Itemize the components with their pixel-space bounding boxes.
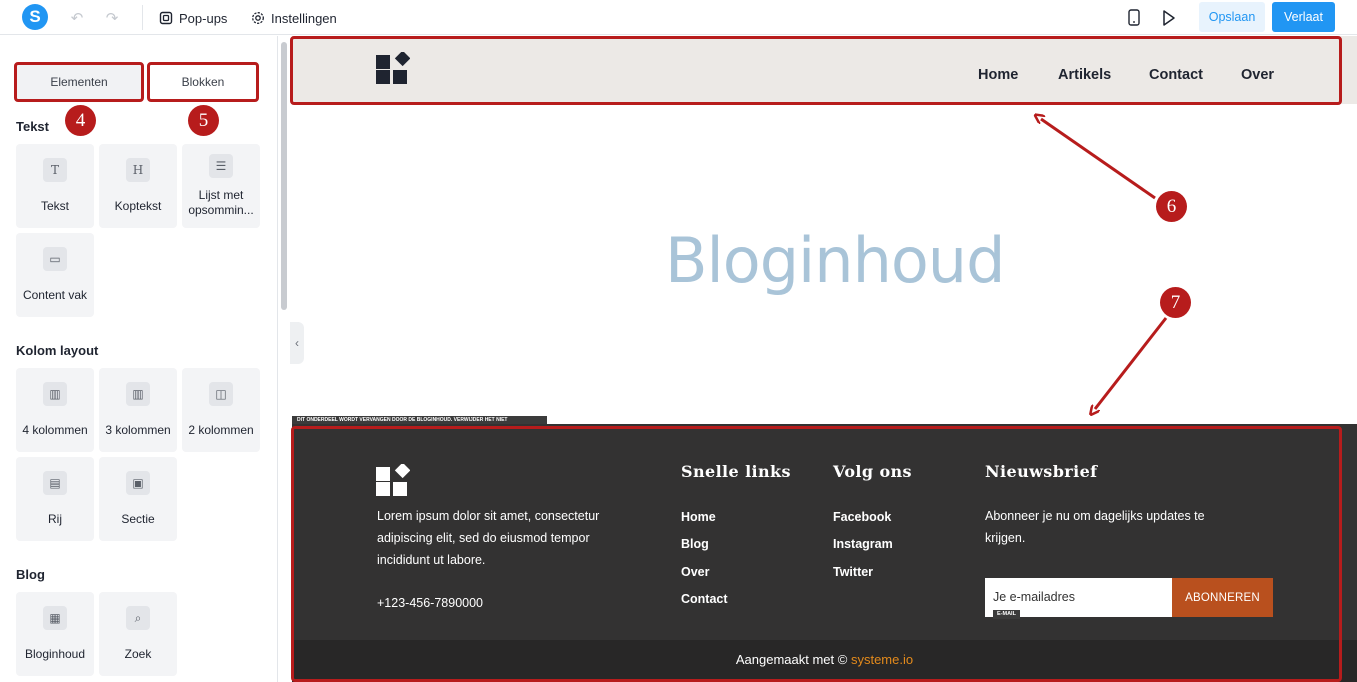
toolbar-divider [142, 5, 143, 30]
section-title-tekst: Tekst [16, 119, 49, 134]
element-card-4-kolommen[interactable]: ▥ 4 kolommen [16, 368, 94, 452]
annotation-box-header [290, 36, 1342, 105]
element-card-sectie[interactable]: ▣ Sectie [99, 457, 177, 541]
two-columns-icon: ◫ [209, 382, 233, 406]
collapse-sidebar-handle[interactable]: ‹ [290, 322, 304, 364]
annotation-badge-6: 6 [1156, 191, 1187, 222]
element-label: 2 kolommen [188, 423, 254, 437]
section-title-blog: Blog [16, 567, 45, 582]
element-label: Zoek [124, 647, 152, 661]
section-title-kolom-layout: Kolom layout [16, 343, 99, 358]
sidebar-scrollbar[interactable] [281, 42, 287, 310]
element-card-rij[interactable]: ▤ Rij [16, 457, 94, 541]
popups-label: Pop-ups [179, 10, 228, 26]
blog-content-placeholder[interactable]: Bloginhoud [665, 224, 1005, 297]
element-label: 3 kolommen [105, 423, 171, 437]
three-columns-icon: ▥ [126, 382, 150, 406]
element-card-3-kolommen[interactable]: ▥ 3 kolommen [99, 368, 177, 452]
element-label: Tekst [40, 199, 69, 213]
popup-icon [159, 11, 173, 25]
heading-icon: H [126, 158, 150, 182]
list-icon: ☰ [209, 154, 233, 178]
element-card-content-vak[interactable]: ▭ Content vak [16, 233, 94, 317]
content-box-icon: ▭ [43, 247, 67, 271]
blog-content-icon: ▦ [43, 606, 67, 630]
gear-icon [252, 12, 264, 24]
annotation-badge-7: 7 [1160, 287, 1191, 318]
element-card-koptekst[interactable]: H Koptekst [99, 144, 177, 228]
row-icon: ▤ [43, 471, 67, 495]
element-label: Rij [48, 512, 62, 526]
element-card-tekst[interactable]: T Tekst [16, 144, 94, 228]
four-columns-icon: ▥ [43, 382, 67, 406]
top-toolbar: S ↶ ↷ Pop-ups Instellingen Opslaan Verla… [0, 0, 1357, 35]
element-label: Content vak [22, 288, 88, 302]
save-button[interactable]: Opslaan [1199, 2, 1265, 32]
settings-button[interactable]: Instellingen [251, 8, 337, 28]
element-label: Sectie [121, 512, 155, 526]
popups-button[interactable]: Pop-ups [159, 8, 227, 28]
exit-button[interactable]: Verlaat [1272, 2, 1335, 32]
settings-label: Instellingen [271, 10, 337, 26]
element-label: Lijst met opsommin... [188, 188, 254, 217]
mobile-preview-icon[interactable] [1127, 9, 1141, 27]
redo-icon[interactable]: ↷ [103, 9, 121, 27]
play-preview-icon[interactable] [1161, 9, 1177, 27]
annotation-box-elementen [14, 62, 144, 102]
section-icon: ▣ [126, 471, 150, 495]
element-card-bloginhoud[interactable]: ▦ Bloginhoud [16, 592, 94, 676]
text-icon: T [43, 158, 67, 182]
elements-sidebar: Elementen Blokken Tekst T Tekst H Koptek… [0, 36, 278, 682]
systeme-logo-icon[interactable]: S [22, 4, 48, 30]
annotation-box-blokken [147, 62, 259, 102]
search-icon: ⌕ [126, 606, 150, 630]
chevron-left-icon: ‹ [295, 336, 299, 350]
element-label: Koptekst [114, 199, 162, 213]
annotation-badge-4: 4 [65, 105, 96, 136]
annotation-box-footer [291, 426, 1342, 682]
element-label: 4 kolommen [22, 423, 88, 437]
element-card-lijst[interactable]: ☰ Lijst met opsommin... [182, 144, 260, 228]
undo-icon[interactable]: ↶ [68, 9, 86, 27]
element-label: Bloginhoud [24, 647, 86, 661]
element-card-zoek[interactable]: ⌕ Zoek [99, 592, 177, 676]
element-card-2-kolommen[interactable]: ◫ 2 kolommen [182, 368, 260, 452]
annotation-badge-5: 5 [188, 105, 219, 136]
